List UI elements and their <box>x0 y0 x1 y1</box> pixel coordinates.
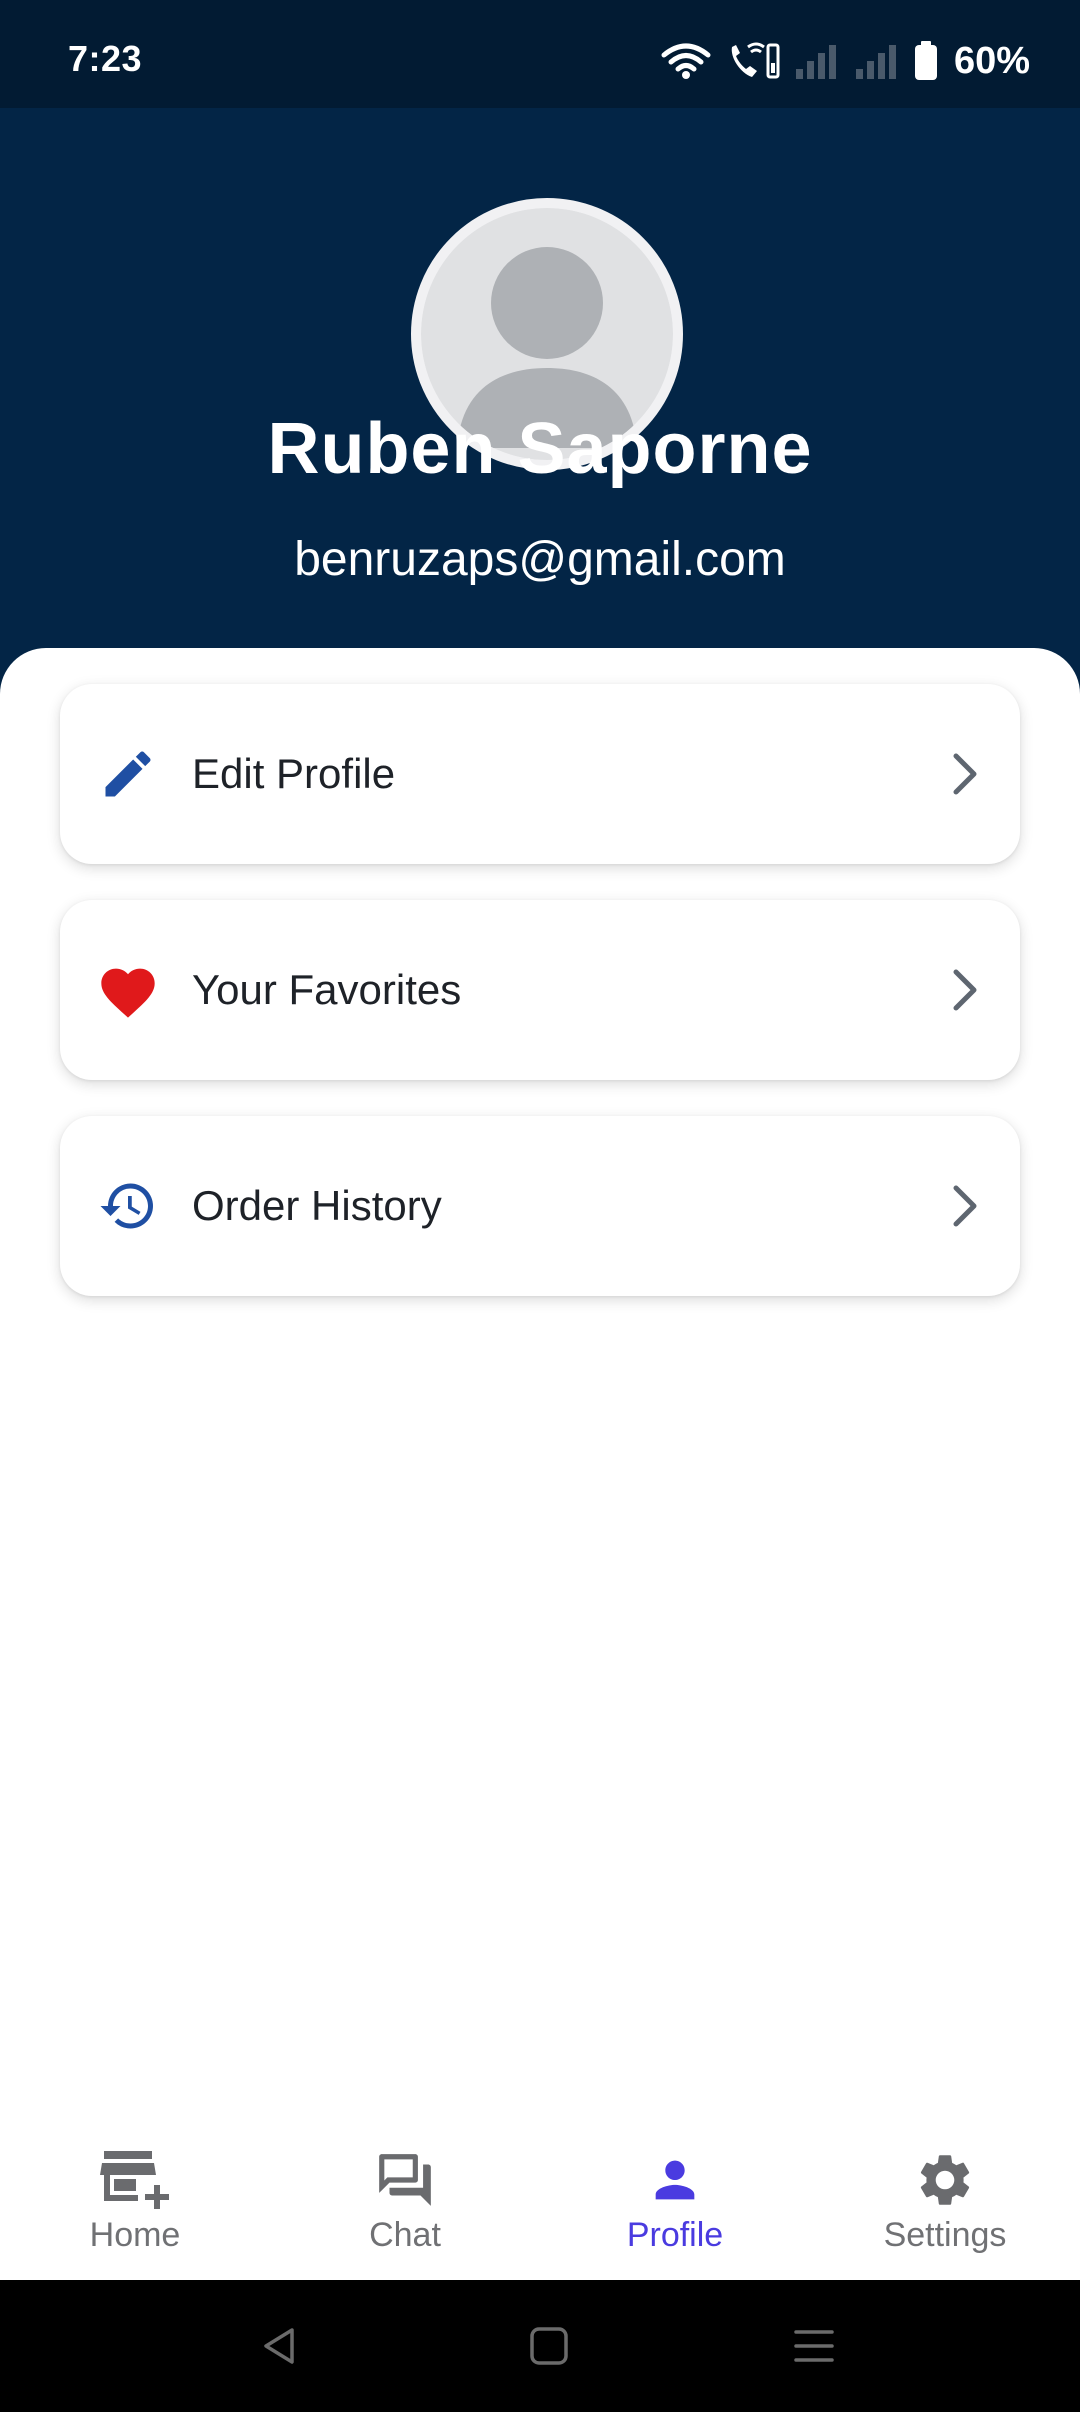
battery-percent: 60% <box>953 39 1030 82</box>
user-email: benruzaps@gmail.com <box>294 533 786 586</box>
recents-menu-icon[interactable] <box>792 2324 836 2368</box>
nav-settings-label: Settings <box>883 2216 1007 2254</box>
nav-settings[interactable]: Settings <box>810 2120 1080 2280</box>
heart-icon <box>88 950 168 1030</box>
battery-icon <box>914 41 937 80</box>
pencil-icon <box>88 734 168 814</box>
order-history-label: Order History <box>192 1182 442 1229</box>
content-sheet: Edit Profile Your Favorites Order Histor… <box>0 648 1080 2280</box>
profile-header: Ruben Saporne benruzaps@gmail.com <box>0 108 1080 708</box>
status-icons: 60% <box>660 36 1030 86</box>
status-bar: 7:23 60% <box>0 0 1080 108</box>
chevron-right-icon <box>936 962 992 1018</box>
chevron-right-icon <box>936 746 992 802</box>
back-icon[interactable] <box>258 2324 302 2368</box>
wifi-call-icon <box>731 42 780 79</box>
nav-chat[interactable]: Chat <box>270 2120 540 2280</box>
wifi-icon <box>661 43 711 79</box>
chat-icon <box>370 2148 440 2212</box>
nav-chat-label: Chat <box>369 2216 441 2254</box>
nav-profile[interactable]: Profile <box>540 2120 810 2280</box>
nav-home[interactable]: Home <box>0 2120 270 2280</box>
your-favorites-label: Your Favorites <box>192 966 462 1013</box>
nav-profile-label: Profile <box>626 2216 724 2254</box>
person-icon <box>640 2148 710 2212</box>
gear-icon <box>910 2148 980 2212</box>
nav-home-label: Home <box>89 2216 181 2254</box>
home-system-icon[interactable] <box>527 2324 571 2368</box>
history-icon <box>88 1166 168 1246</box>
order-history-button[interactable]: Order History <box>60 1116 1020 1296</box>
signal-icon-1 <box>795 45 836 79</box>
your-favorites-button[interactable]: Your Favorites <box>60 900 1020 1080</box>
user-name: Ruben Saporne <box>267 409 813 489</box>
status-time: 7:23 <box>68 38 143 79</box>
store-add-icon <box>100 2148 170 2212</box>
system-nav-bar <box>0 2280 1080 2412</box>
chevron-right-icon <box>936 1178 992 1234</box>
edit-profile-label: Edit Profile <box>192 750 396 797</box>
bottom-nav: Home Chat Profile Settings <box>0 2120 1080 2280</box>
edit-profile-button[interactable]: Edit Profile <box>60 684 1020 864</box>
signal-icon-2 <box>855 45 896 79</box>
